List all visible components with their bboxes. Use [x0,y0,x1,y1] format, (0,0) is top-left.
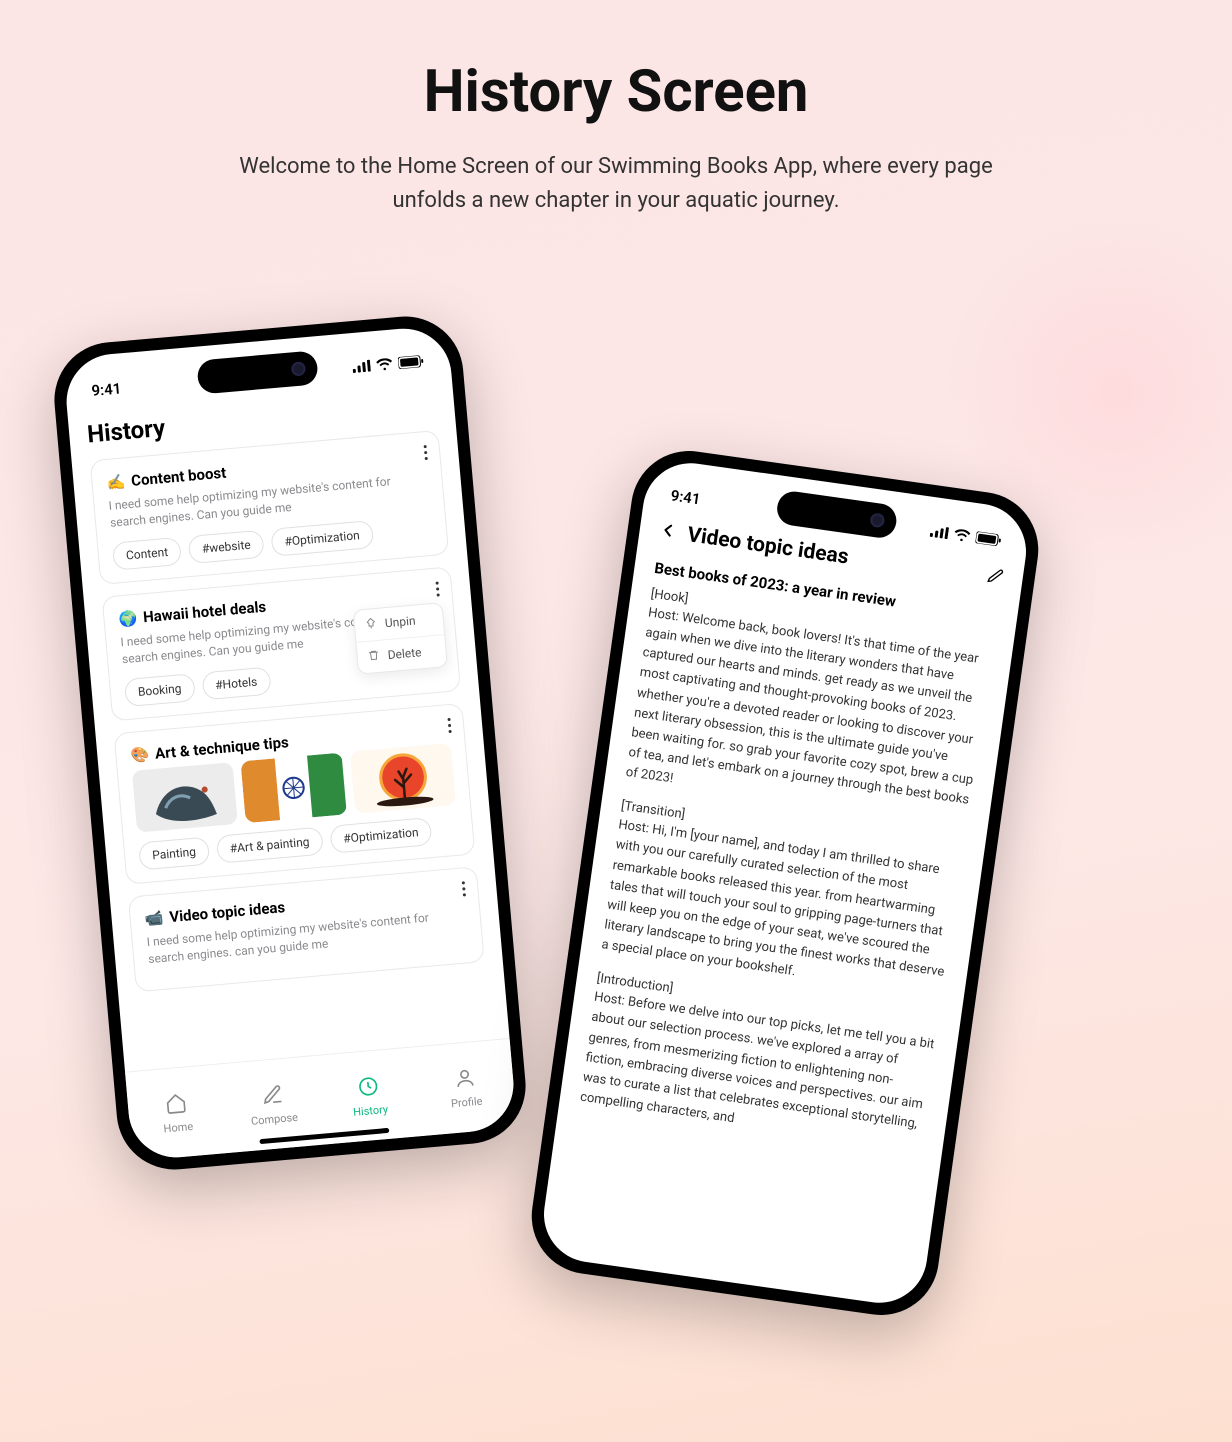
card-menu-button[interactable] [461,878,466,899]
card-title-text: Hawaii hotel deals [142,597,266,626]
nav-profile-label: Profile [450,1094,482,1110]
popover-delete-label: Delete [387,646,422,663]
chip-booking[interactable]: Booking [124,673,196,707]
profile-icon [453,1066,477,1093]
home-icon [164,1091,188,1118]
history-card[interactable]: ✍️ Content boost I need some help optimi… [90,430,450,585]
card-title-text: Content boost [130,464,226,490]
chip-art-painting[interactable]: #Art & painting [216,826,324,863]
nav-compose-label: Compose [250,1110,298,1127]
thumbnail-bird[interactable] [132,762,238,833]
status-time: 9:41 [670,486,702,508]
card-menu-button[interactable] [435,578,440,599]
wifi-icon [376,356,394,375]
page-subtitle: Welcome to the Home Screen of our Swimmi… [201,150,1031,218]
trash-icon [367,649,380,665]
chip-website[interactable]: #website [188,529,265,563]
popover-unpin-label: Unpin [384,614,416,631]
history-card[interactable]: 🎨 Art & technique tips [113,702,475,884]
battery-icon [398,353,425,373]
chip-painting[interactable]: Painting [138,836,210,870]
card-title-text: Video topic ideas [169,898,286,926]
nav-profile[interactable]: Profile [413,1039,517,1136]
signal-icon [929,523,949,543]
thumbnail-flag[interactable] [241,752,347,823]
signal-icon [352,358,372,378]
phone-detail: 9:41 Video topic ideas [524,444,1046,1323]
pin-icon [364,617,377,633]
card-menu-button[interactable] [423,442,428,463]
history-card[interactable]: Unpin Delete 🌍 Hawaii hotel deals I need… [102,566,462,721]
history-card[interactable]: 📹 Video topic ideas I need some help opt… [128,866,485,993]
wifi-icon [953,526,971,546]
compose-icon [260,1082,284,1109]
bottom-nav: Home Compose History Profile [125,1038,517,1161]
card-emoji: 📹 [144,908,164,928]
nav-history-label: History [353,1102,389,1118]
history-icon [357,1074,381,1101]
card-emoji: ✍️ [106,472,126,492]
chip-hotels[interactable]: #Hotels [201,666,271,700]
status-time: 9:41 [91,379,122,400]
chip-optimization[interactable]: #Optimization [329,817,433,854]
popover-delete[interactable]: Delete [356,634,446,674]
chip-optimization[interactable]: #Optimization [270,520,374,557]
card-emoji: 🎨 [130,745,150,765]
nav-home[interactable]: Home [125,1064,229,1161]
chip-content[interactable]: Content [112,537,182,571]
back-icon[interactable] [656,519,679,546]
card-popover: Unpin Delete [353,602,448,675]
card-emoji: 🌍 [118,609,138,629]
thumbnail-tree[interactable] [350,743,456,814]
card-menu-button[interactable] [447,714,452,735]
nav-home-label: Home [163,1119,194,1135]
battery-icon [975,529,1003,550]
phone-history: 9:41 History ✍️ Content boost [50,312,531,1175]
page-title: History Screen [0,58,1232,126]
edit-icon[interactable] [985,566,1006,590]
